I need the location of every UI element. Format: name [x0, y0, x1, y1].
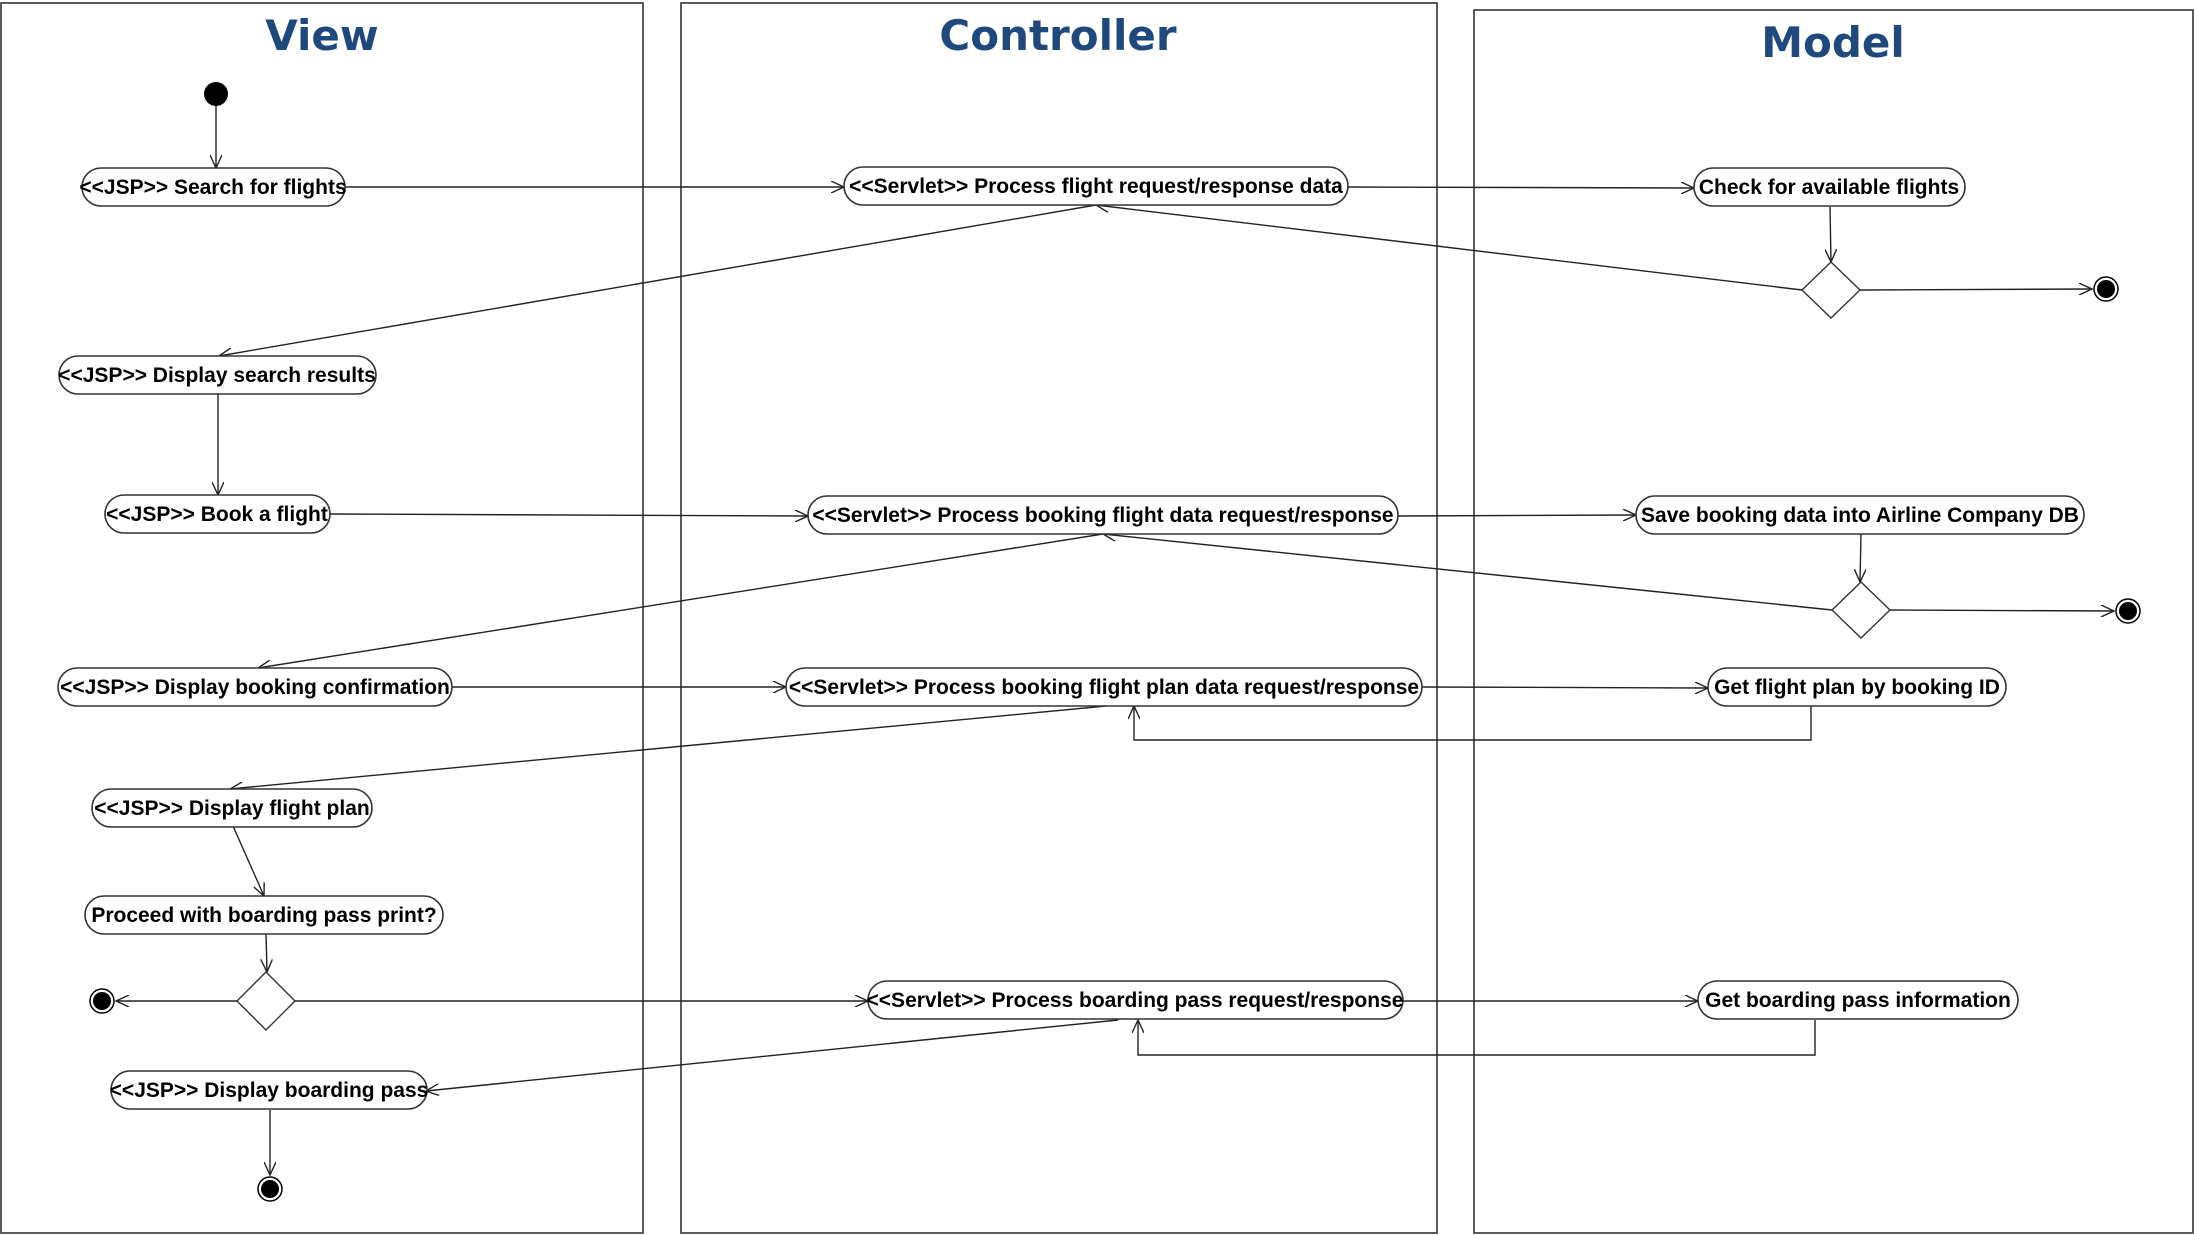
svg-text:Save booking data into Airline: Save booking data into Airline Company D…: [1641, 504, 2079, 527]
activity-display-search-results: <<JSP>> Display search results: [58, 355, 377, 395]
lane-title-model: Model: [1761, 18, 1905, 67]
svg-text:Get flight plan by booking ID: Get flight plan by booking ID: [1714, 676, 2000, 699]
svg-text:Check for available flights: Check for available flights: [1699, 176, 1959, 199]
svg-text:<<JSP>> Book a flight: <<JSP>> Book a flight: [106, 503, 328, 526]
svg-text:<<JSP>> Display booking confir: <<JSP>> Display booking confirmation: [60, 676, 450, 699]
final-node-boarding: [257, 1176, 283, 1202]
mvc-activity-diagram: View Controller Model <<JSP>> Search for…: [0, 2, 2194, 1234]
activity-get-boarding-pass: Get boarding pass information: [1697, 980, 2019, 1020]
svg-text:Get boarding pass information: Get boarding pass information: [1705, 989, 2011, 1012]
svg-text:<<JSP>> Search for flights: <<JSP>> Search for flights: [79, 176, 346, 199]
activity-search-flights: <<JSP>> Search for flights: [79, 167, 347, 207]
activity-display-flight-plan: <<JSP>> Display flight plan: [91, 788, 373, 828]
flow-save-to-decision: [1860, 533, 1861, 582]
svg-text:<<Servlet>> Process boarding p: <<Servlet>> Process boarding pass reques…: [867, 989, 1404, 1012]
lane-title-controller: Controller: [939, 11, 1177, 60]
activity-servlet-flight: <<Servlet>> Process flight request/respo…: [843, 166, 1349, 206]
lane-title-view: View: [265, 11, 378, 60]
activity-get-flight-plan: Get flight plan by booking ID: [1707, 667, 2007, 707]
activity-check-available-flights: Check for available flights: [1693, 167, 1966, 207]
initial-node: [204, 82, 228, 106]
final-node-search: [2093, 276, 2119, 302]
activity-servlet-booking: <<Servlet>> Process booking flight data …: [807, 495, 1399, 535]
activity-proceed-boarding-pass: Proceed with boarding pass print?: [84, 895, 444, 935]
activity-display-booking-confirmation: <<JSP>> Display booking confirmation: [57, 667, 453, 707]
activity-servlet-boarding-pass: <<Servlet>> Process boarding pass reques…: [867, 980, 1404, 1020]
activity-servlet-flight-plan: <<Servlet>> Process booking flight plan …: [785, 667, 1423, 707]
activity-display-boarding-pass: <<JSP>> Display boarding pass: [110, 1070, 429, 1110]
flow-servlet-to-save: [1397, 515, 1636, 516]
svg-text:<<JSP>> Display boarding pass: <<JSP>> Display boarding pass: [110, 1079, 429, 1102]
activity-save-booking: Save booking data into Airline Company D…: [1635, 495, 2085, 535]
activity-book-flight: <<JSP>> Book a flight: [104, 494, 331, 534]
flow-decision2-to-end: [1889, 610, 2114, 611]
flow-servlet-to-getplan: [1421, 687, 1708, 688]
final-node-view-decision: [89, 988, 115, 1014]
flow-check-to-decision: [1830, 206, 1831, 262]
svg-text:<<Servlet>> Process booking fl: <<Servlet>> Process booking flight data …: [812, 504, 1393, 527]
svg-text:Proceed with boarding pass pri: Proceed with boarding pass print?: [91, 904, 436, 927]
svg-text:<<JSP>> Display search results: <<JSP>> Display search results: [58, 364, 376, 387]
svg-text:<<Servlet>> Process booking fl: <<Servlet>> Process booking flight plan …: [789, 676, 1419, 699]
flow-proceed-to-decision: [266, 932, 267, 972]
final-node-booking: [2115, 598, 2141, 624]
svg-text:<<JSP>> Display flight plan: <<JSP>> Display flight plan: [94, 797, 369, 820]
svg-text:<<Servlet>> Process flight req: <<Servlet>> Process flight request/respo…: [849, 175, 1343, 198]
